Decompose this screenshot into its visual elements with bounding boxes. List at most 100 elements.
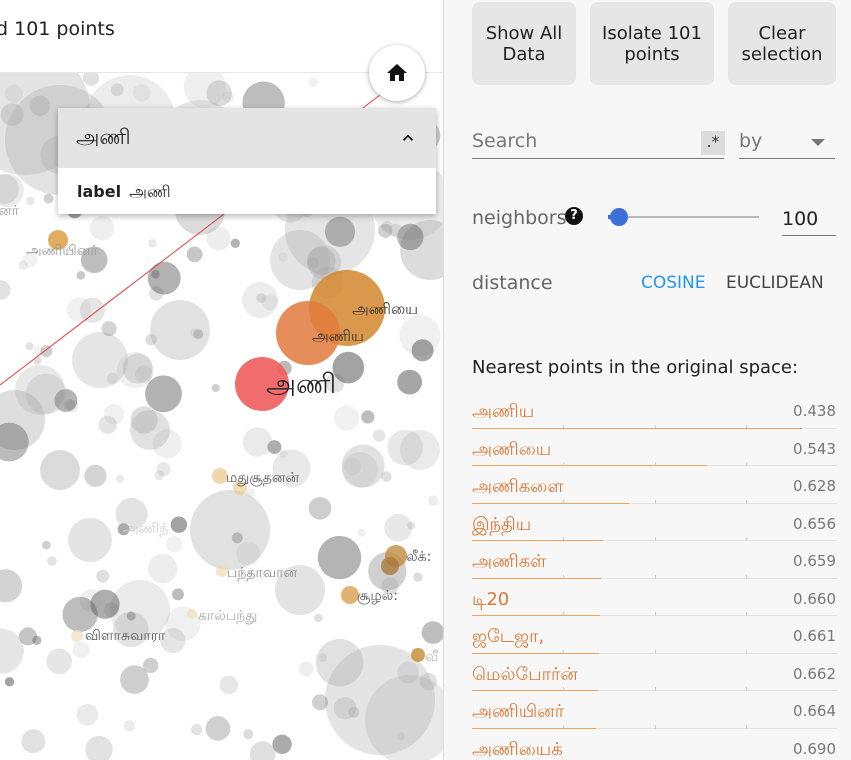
nearest-point-row[interactable]: அணியினர் 0.664: [472, 697, 837, 735]
nearest-point-word: அணிகளை: [472, 476, 564, 497]
background-point: [372, 429, 386, 442]
distance-bar: [472, 540, 604, 541]
show-all-data-button[interactable]: Show All Data: [472, 2, 576, 85]
background-point: [272, 734, 292, 754]
reset-view-button[interactable]: [369, 45, 425, 101]
background-point: [33, 356, 42, 365]
nearest-point-distance: 0.438: [793, 402, 836, 420]
nearest-point-row[interactable]: ஜடேஜா, 0.661: [472, 622, 837, 660]
background-point: [421, 621, 443, 644]
search-input[interactable]: Search: [472, 130, 537, 152]
nearest-point-distance: 0.690: [793, 739, 836, 758]
point-faded: [71, 630, 83, 642]
nearest-point-row[interactable]: அணிய 0.438: [472, 397, 837, 435]
background-point: [315, 639, 364, 687]
background-point: [46, 648, 73, 675]
card-title: அணி: [76, 124, 131, 149]
point-label: னர்: [0, 203, 20, 219]
background-point: [145, 375, 182, 413]
background-point: [242, 427, 273, 457]
background-point: [186, 246, 203, 263]
point-label: அணிய: [312, 327, 364, 345]
neighbors-slider-thumb[interactable]: [610, 208, 628, 226]
background-point: [148, 239, 157, 248]
isolate-points-button[interactable]: Isolate 101 points: [590, 2, 714, 85]
help-icon[interactable]: ?: [565, 207, 583, 225]
distance-bar: [472, 727, 597, 729]
background-point: [361, 410, 375, 424]
background-point: [4, 677, 15, 687]
regex-toggle-button[interactable]: .*: [701, 131, 725, 155]
background-point: [278, 252, 288, 262]
background-point: [110, 83, 124, 97]
background-point: [26, 196, 35, 206]
background-point: [298, 661, 314, 677]
distance-bar: [472, 465, 707, 466]
selected-point-card: அணி label அணி: [58, 108, 436, 214]
background-point: [191, 723, 203, 736]
background-point: [47, 556, 57, 566]
background-point: [19, 627, 37, 646]
background-point: [98, 415, 117, 434]
point-label: அணியினர்: [26, 243, 98, 259]
dropdown-arrow-icon[interactable]: [811, 139, 825, 146]
neighbors-slider-track[interactable]: [608, 216, 759, 218]
neighbors-count-input[interactable]: [782, 203, 836, 236]
card-header[interactable]: அணி: [58, 108, 436, 168]
background-point: [122, 353, 153, 384]
background-point: [4, 84, 23, 103]
clear-selection-button[interactable]: Clear selection: [728, 2, 836, 85]
nearest-point-distance: 0.656: [793, 514, 836, 533]
nearest-point-distance: 0.662: [793, 664, 836, 683]
background-point: [0, 569, 23, 603]
background-point: [76, 271, 86, 280]
background-point: [21, 729, 46, 754]
point-faded: [411, 648, 425, 662]
background-point: [25, 373, 67, 415]
background-point: [387, 429, 424, 466]
background-point: [123, 720, 135, 732]
search-underline: [472, 158, 724, 159]
point-label: லீக்:: [406, 549, 431, 565]
nearest-point-distance: 0.628: [793, 477, 836, 495]
distance-label: distance: [472, 272, 553, 294]
search-by-select[interactable]: by: [739, 130, 762, 152]
background-point: [82, 73, 100, 86]
nearest-point-row[interactable]: அணிகள் 0.659: [472, 547, 837, 585]
background-point: [308, 497, 332, 520]
nearest-point-word: டி20: [472, 588, 510, 610]
nearest-point-row[interactable]: இந்திய 0.656: [472, 510, 837, 548]
nearest-point-row[interactable]: டி20 0.660: [472, 585, 837, 623]
point-label-selected: அணி: [266, 369, 336, 400]
nearest-point-distance: 0.660: [793, 589, 836, 608]
background-point: [156, 462, 171, 477]
background-point: [166, 535, 183, 553]
background-point: [130, 406, 158, 434]
background-point: [314, 613, 323, 623]
background-point: [85, 735, 113, 760]
background-point: [357, 528, 366, 537]
background-point: [317, 535, 362, 580]
nearest-point-row[interactable]: அணிகளை 0.628: [472, 472, 837, 510]
background-point: [172, 588, 184, 601]
background-point: [106, 372, 119, 385]
background-point: [43, 193, 54, 204]
distance-cosine-option[interactable]: COSINE: [641, 273, 706, 293]
nearest-point-row[interactable]: அணியைக் 0.690: [472, 735, 837, 760]
background-point: [151, 270, 160, 279]
nearest-point-word: அணிய: [472, 401, 535, 422]
nearest-point-word: இந்திய: [472, 513, 532, 535]
nearest-point-distance: 0.661: [793, 627, 836, 645]
background-point: [40, 345, 53, 358]
background-point: [211, 383, 220, 393]
nearest-point-row[interactable]: மெல்போர்ன் 0.662: [472, 660, 837, 698]
nearest-points-title: Nearest points in the original space:: [472, 357, 799, 378]
nearest-point-distance: 0.659: [793, 552, 836, 570]
nearest-point-row[interactable]: அணியை 0.543: [472, 435, 837, 473]
background-point: [396, 732, 405, 741]
background-point: [145, 333, 157, 346]
background-point: [29, 95, 51, 116]
chevron-up-icon[interactable]: [398, 128, 418, 148]
distance-euclidean-option[interactable]: EUCLIDEAN: [726, 273, 824, 293]
background-point: [256, 293, 267, 304]
